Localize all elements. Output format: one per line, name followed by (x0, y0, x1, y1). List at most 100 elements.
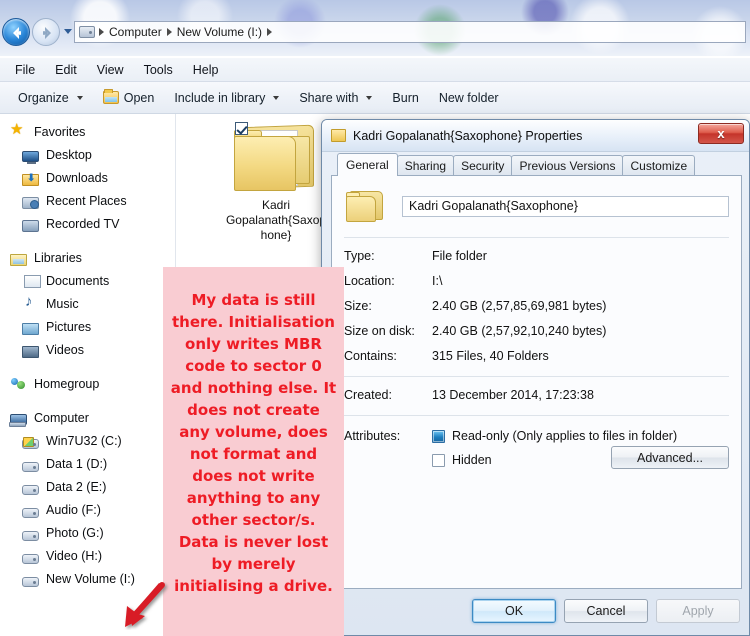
cancel-button[interactable]: Cancel (564, 599, 648, 623)
sidebar-item-audio-f[interactable]: Audio (F:) (0, 498, 175, 521)
folder-tile-label: Kadri Gopalanath{Saxophone} (225, 198, 327, 242)
sidebar-item-win7u32-c[interactable]: Win7U32 (C:) (0, 429, 175, 452)
pictures-icon (22, 322, 39, 335)
toolbar-new-folder-label: New folder (438, 90, 499, 105)
library-icon (10, 253, 27, 266)
property-value: 2.40 GB (2,57,92,10,240 bytes) (432, 324, 607, 338)
sidebar-item-desktop[interactable]: Desktop (0, 143, 175, 166)
sidebar-label: Data 2 (E:) (46, 479, 107, 494)
folder-tile-checkbox[interactable] (235, 122, 248, 135)
hidden-checkbox[interactable] (432, 453, 445, 467)
ok-button[interactable]: OK (472, 599, 556, 623)
back-button[interactable] (2, 18, 30, 46)
breadcrumb-separator-icon[interactable] (267, 28, 273, 36)
dialog-titlebar[interactable]: Kadri Gopalanath{Saxophone} Properties x (322, 120, 749, 152)
dialog-tabs: General Sharing Security Previous Versio… (331, 153, 742, 176)
sidebar-group-homegroup[interactable]: Homegroup (0, 372, 175, 395)
sidebar-group-libraries[interactable]: Libraries (0, 246, 175, 269)
forward-arrow-icon (43, 27, 51, 39)
sidebar-label: Win7U32 (C:) (46, 433, 122, 448)
close-icon[interactable]: x (698, 123, 744, 144)
sidebar-item-photo-g[interactable]: Photo (G:) (0, 521, 175, 544)
sidebar-item-pictures[interactable]: Pictures (0, 315, 175, 338)
attributes-label: Attributes: (344, 429, 401, 443)
sidebar-label: Video (H:) (46, 548, 103, 563)
computer-icon (9, 414, 27, 427)
toolbar-organize-label: Organize (18, 90, 69, 105)
toolbar-organize[interactable]: Organize (8, 87, 93, 109)
sidebar-group-favorites[interactable]: Favorites (0, 120, 175, 143)
music-icon (22, 293, 39, 311)
property-label: Size on disk: (344, 324, 415, 338)
menu-tools[interactable]: Tools (135, 60, 182, 80)
sidebar-label: Desktop (46, 147, 92, 162)
breadcrumb-new-volume[interactable]: New Volume (I:) (174, 25, 265, 39)
menu-edit[interactable]: Edit (46, 60, 86, 80)
toolbar-include-in-library[interactable]: Include in library (164, 87, 289, 109)
breadcrumb-computer[interactable]: Computer (106, 25, 165, 39)
drive-icon (22, 484, 39, 495)
apply-button[interactable]: Apply (656, 599, 740, 623)
property-label: Contains: (344, 349, 397, 363)
folder-tile[interactable]: Kadri Gopalanath{Saxophone} (224, 118, 328, 243)
dialog-button-row: OK Cancel Apply (331, 599, 742, 623)
forward-button[interactable] (32, 18, 60, 46)
recorded-tv-icon (22, 219, 39, 232)
drive-icon (79, 26, 95, 38)
property-row-location: Location: I:\ (332, 274, 741, 288)
general-tab-panel: Kadri Gopalanath{Saxophone} Type: File f… (331, 175, 742, 589)
property-label: Size: (344, 299, 372, 313)
tab-security[interactable]: Security (453, 155, 513, 176)
menu-bar: File Edit View Tools Help (0, 58, 750, 82)
sidebar-label: Favorites (34, 124, 86, 139)
sidebar-item-music[interactable]: Music (0, 292, 175, 315)
readonly-checkbox-row[interactable]: Read-only (Only applies to files in fold… (432, 429, 729, 443)
toolbar-new-folder[interactable]: New folder (429, 87, 509, 109)
menu-file[interactable]: File (6, 60, 44, 80)
toolbar-include-label: Include in library (174, 90, 266, 105)
sidebar-item-video-h[interactable]: Video (H:) (0, 544, 175, 567)
folder-icon (331, 129, 346, 142)
tab-general[interactable]: General (337, 153, 398, 176)
address-bar[interactable]: Computer New Volume (I:) (74, 21, 746, 43)
videos-icon (22, 345, 39, 358)
tab-customize[interactable]: Customize (622, 155, 696, 176)
breadcrumb-separator-icon (166, 28, 172, 36)
sidebar-label: Videos (46, 342, 84, 357)
sidebar-item-data2-e[interactable]: Data 2 (E:) (0, 475, 175, 498)
sidebar-item-recorded-tv[interactable]: Recorded TV (0, 212, 175, 235)
toolbar-share-with[interactable]: Share with (289, 87, 382, 109)
tab-sharing[interactable]: Sharing (396, 155, 455, 176)
chevron-down-icon (366, 95, 373, 100)
sidebar-item-videos[interactable]: Videos (0, 338, 175, 361)
menu-view[interactable]: View (88, 60, 133, 80)
sidebar-item-downloads[interactable]: Downloads (0, 166, 175, 189)
tab-previous-versions[interactable]: Previous Versions (511, 155, 624, 176)
toolbar-burn[interactable]: Burn (382, 87, 428, 109)
readonly-checkbox[interactable] (432, 429, 445, 443)
sidebar-label: Downloads (46, 170, 108, 185)
sidebar-item-data1-d[interactable]: Data 1 (D:) (0, 452, 175, 475)
sidebar-item-recent-places[interactable]: Recent Places (0, 189, 175, 212)
menu-help[interactable]: Help (184, 60, 228, 80)
navigation-pane: Favorites Desktop Downloads Recent Place… (0, 114, 175, 636)
sidebar-item-documents[interactable]: Documents (0, 269, 175, 292)
toolbar-open-label: Open (123, 90, 155, 105)
windows-drive-icon (22, 436, 39, 449)
property-label: Location: (344, 274, 395, 288)
sidebar-label: Homegroup (34, 376, 100, 391)
sidebar-group-computer[interactable]: Computer (0, 406, 175, 429)
drive-icon (22, 553, 39, 564)
readonly-label: Read-only (Only applies to files in fold… (452, 429, 678, 443)
sidebar-label: Computer (34, 410, 89, 425)
chevron-down-icon (76, 95, 83, 100)
drive-icon (22, 507, 39, 518)
chevron-down-icon[interactable] (64, 29, 72, 34)
toolbar-burn-label: Burn (392, 90, 419, 105)
divider (344, 237, 729, 238)
sidebar-label: Data 1 (D:) (46, 456, 108, 471)
toolbar-open[interactable]: Open (93, 87, 165, 109)
property-value: I:\ (432, 274, 443, 288)
folder-name-field[interactable]: Kadri Gopalanath{Saxophone} (402, 195, 729, 217)
